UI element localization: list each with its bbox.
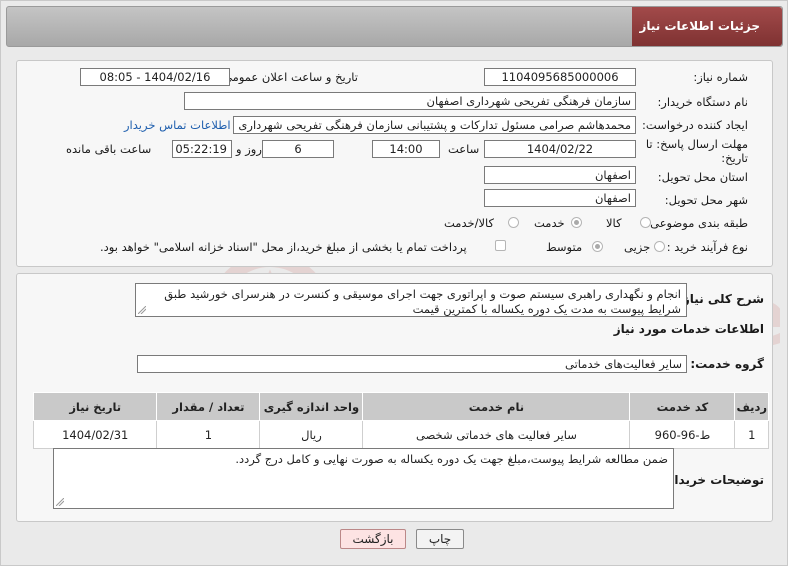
deadline-time-label: ساعت xyxy=(448,142,480,156)
back-button[interactable]: بازگشت xyxy=(340,529,406,549)
purchase-type-option-medium: متوسط xyxy=(546,240,583,254)
announce-datetime-label: تاریخ و ساعت اعلان عمومی: xyxy=(219,70,358,84)
column-header-quantity: تعداد / مقدار xyxy=(156,392,261,421)
category-option-goods: کالا xyxy=(606,216,622,230)
services-heading: اطلاعات خدمات مورد نیاز xyxy=(613,322,764,336)
summary-textarea[interactable]: انجام و نگهداری راهبری سیستم صوت و اپرات… xyxy=(135,283,687,317)
resize-handle-icon[interactable] xyxy=(138,306,146,314)
delivery-province-label: استان محل تحویل: xyxy=(657,170,748,184)
purchase-type-radio-minor[interactable] xyxy=(654,241,665,252)
buyer-notes-label: توضیحات خریدار: xyxy=(662,473,764,487)
column-header-unit: واحد اندازه گیری xyxy=(259,392,364,421)
days-label: روز و xyxy=(236,142,262,156)
summary-label: شرح کلی نیاز: xyxy=(678,292,764,306)
cell-service-name: سایر فعالیت های خدماتی شخصی xyxy=(362,420,631,449)
announce-datetime-field[interactable]: 1404/02/16 - 08:05 xyxy=(80,68,230,86)
buyer-org-field[interactable]: سازمان فرهنگی تفریحی شهرداری اصفهان xyxy=(184,92,636,110)
buyer-notes-textarea[interactable]: ضمن مطالعه شرایط پیوست،مبلغ جهت یک دوره … xyxy=(53,448,674,509)
summary-text: انجام و نگهداری راهبری سیستم صوت و اپرات… xyxy=(164,287,681,316)
print-button[interactable]: چاپ xyxy=(416,529,464,549)
cell-quantity: 1 xyxy=(156,420,261,449)
cell-row-number: 1 xyxy=(734,420,769,449)
buyer-contact-link[interactable]: اطلاعات تماس خریدار xyxy=(124,118,231,132)
buyer-notes-text: ضمن مطالعه شرایط پیوست،مبلغ جهت یک دوره … xyxy=(235,452,668,466)
category-option-service: خدمت xyxy=(534,216,565,230)
time-remaining-field[interactable]: 05:22:19 xyxy=(172,140,232,158)
treasury-payment-checkbox[interactable] xyxy=(495,240,506,251)
column-header-row-number: ردیف xyxy=(734,392,769,421)
category-radio-goods-service[interactable] xyxy=(508,217,519,228)
delivery-province-field[interactable]: اصفهان xyxy=(484,166,636,184)
title-tab: جزئیات اطلاعات نیاز xyxy=(632,7,782,46)
requester-field[interactable]: محمدهاشم صرامی مسئول تدارکات و پشتیبانی … xyxy=(233,116,636,134)
cell-unit: ریال xyxy=(259,420,364,449)
purchase-type-label: نوع فرآیند خرید : xyxy=(666,240,748,254)
deadline-date-field[interactable]: 1404/02/22 xyxy=(484,140,636,158)
service-group-field[interactable]: سایر فعالیت‌های خدماتی xyxy=(137,355,687,373)
column-header-service-name: نام خدمت xyxy=(362,392,631,421)
resize-handle-icon[interactable] xyxy=(56,498,64,506)
category-option-goods-service: کالا/خدمت xyxy=(444,216,495,230)
service-group-label: گروه خدمت: xyxy=(690,357,764,371)
deadline-label: مهلت ارسال پاسخ: تا تاریخ: xyxy=(645,137,748,165)
category-radio-goods[interactable] xyxy=(640,217,651,228)
treasury-payment-note: پرداخت تمام یا بخشی از مبلغ خرید،از محل … xyxy=(100,240,467,254)
column-header-service-code: کد خدمت xyxy=(629,392,736,421)
category-label: طبقه بندی موضوعی: xyxy=(646,216,748,230)
deadline-time-field[interactable]: 14:00 xyxy=(372,140,440,158)
page-title: جزئیات اطلاعات نیاز xyxy=(639,19,760,33)
title-bar: جزئیات اطلاعات نیاز xyxy=(6,6,783,47)
delivery-city-label: شهر محل تحویل: xyxy=(664,193,748,207)
need-number-field[interactable]: 1104095685000006 xyxy=(484,68,636,86)
category-radio-service[interactable] xyxy=(571,217,582,228)
purchase-type-option-minor: جزیی xyxy=(624,240,651,254)
services-table: ردیف کد خدمت نام خدمت واحد اندازه گیری ت… xyxy=(32,392,769,449)
time-remaining-label: ساعت باقی مانده xyxy=(66,142,152,156)
buyer-org-label: نام دستگاه خریدار: xyxy=(657,95,748,109)
need-number-label: شماره نیاز: xyxy=(693,70,748,84)
column-header-need-date: تاریخ نیاز xyxy=(32,392,158,421)
cell-service-code: ط-96-960 xyxy=(629,420,736,449)
table-row[interactable]: 1 ط-96-960 سایر فعالیت های خدماتی شخصی ر… xyxy=(32,420,769,449)
requester-label: ایجاد کننده درخواست: xyxy=(642,118,748,132)
purchase-type-radio-medium[interactable] xyxy=(592,241,603,252)
table-header-row: ردیف کد خدمت نام خدمت واحد اندازه گیری ت… xyxy=(32,392,769,421)
days-remaining-field[interactable]: 6 xyxy=(262,140,334,158)
delivery-city-field[interactable]: اصفهان xyxy=(484,189,636,207)
cell-need-date: 1404/02/31 xyxy=(32,420,158,449)
